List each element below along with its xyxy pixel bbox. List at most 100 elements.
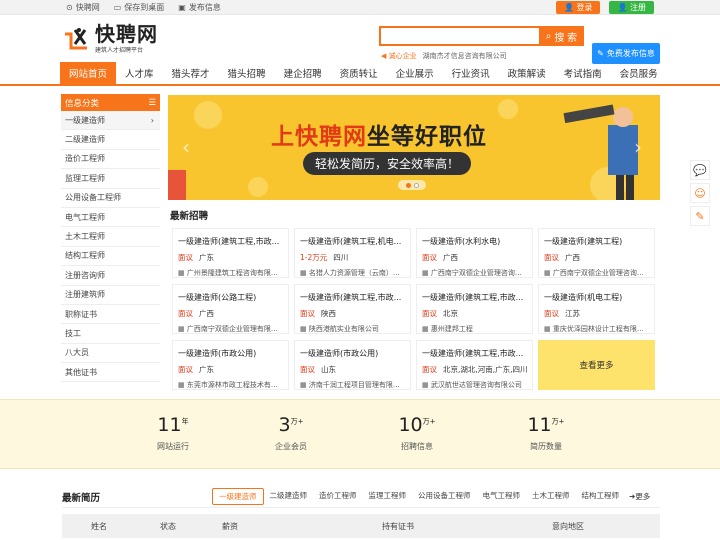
monitor-icon: ▭ — [113, 2, 122, 12]
resume-tab[interactable]: 电气工程师 — [477, 488, 527, 505]
job-company[interactable]: 惠州建邦工程 — [431, 325, 473, 333]
resume-more-link[interactable]: ➜更多 — [627, 489, 652, 504]
nav-item[interactable]: 人才库 — [116, 62, 163, 84]
save-desktop-link[interactable]: ▭ 保存到桌面 — [114, 2, 165, 13]
sidebar-item[interactable]: 职称证书 — [61, 305, 160, 325]
job-card[interactable]: 一级建造师(建筑工程,市政... 面议 北京 ▦ 惠州建邦工程 — [416, 284, 533, 334]
nav-item[interactable]: 企业展示 — [387, 62, 443, 84]
nav-item[interactable]: 猎头招聘 — [219, 62, 275, 84]
nav-item[interactable]: 行业资讯 — [443, 62, 499, 84]
sidebar-item[interactable]: 土木工程师 — [61, 227, 160, 247]
sidebar-item[interactable]: 注册建筑师 — [61, 286, 160, 305]
job-title[interactable]: 一级建造师(建筑工程,市政... — [178, 236, 283, 247]
job-salary: 面议 — [422, 365, 437, 374]
notice-text[interactable]: 湖南杰才信息咨询有限公司 — [423, 51, 507, 61]
job-company[interactable]: 广西南宁双德企业管理有限公司 — [187, 325, 283, 333]
job-title[interactable]: 一级建造师(建筑工程,市政... — [300, 292, 405, 303]
nav-item[interactable]: 考试指南 — [555, 62, 611, 84]
banner-next-arrow-icon[interactable]: › — [634, 135, 642, 159]
sidebar-item[interactable]: 技工 — [61, 324, 160, 344]
search-input[interactable] — [379, 26, 539, 46]
megaphone-icon: ◀ — [381, 52, 387, 60]
job-company[interactable]: 广西南宁双德企业管理咨询有... — [553, 269, 649, 277]
publish-info-link[interactable]: ▣ 发布信息 — [178, 2, 221, 13]
sidebar-item[interactable]: 一级建造师 › — [61, 111, 160, 131]
job-card[interactable]: 一级建造师(建筑工程,市政... 面议北京,湖北,河南,广东,四川,... ▦ 武汉… — [416, 340, 533, 390]
login-label: 登录 — [576, 2, 593, 12]
job-company[interactable]: 东莞市源林市政工程技术有限... — [187, 381, 283, 389]
home-link[interactable]: ⊙ 快聘网 — [66, 2, 100, 13]
sidebar-item[interactable]: 公用设备工程师 — [61, 189, 160, 208]
nav-item[interactable]: 建企招聘 — [275, 62, 331, 84]
job-title[interactable]: 一级建造师(机电工程) — [544, 292, 649, 303]
job-company[interactable]: 重庆优泽园林设计工程有限公司 — [553, 325, 649, 333]
stat-number: 3万+ — [251, 414, 331, 436]
nav-item[interactable]: 会员服务 — [611, 62, 667, 84]
company-icon: ▦ — [422, 325, 429, 333]
register-button[interactable]: 👤 注册 — [609, 0, 654, 14]
resume-tab[interactable]: 土木工程师 — [526, 488, 576, 505]
sidebar-item[interactable]: 造价工程师 — [61, 150, 160, 170]
sidebar-item[interactable]: 其他证书 — [61, 363, 160, 383]
job-title[interactable]: 一级建造师(建筑工程,市政... — [422, 292, 527, 303]
edit-float-button[interactable]: ✎ — [690, 206, 710, 226]
job-title[interactable]: 一级建造师(水利水电) — [422, 236, 527, 247]
job-location: 广西 — [199, 309, 214, 318]
job-card[interactable]: 一级建造师(建筑工程) 面议 广西 ▦ 广西南宁双德企业管理咨询有... — [538, 228, 655, 278]
stat-number: 11年 — [133, 414, 213, 436]
stat-label: 网站运行 — [157, 442, 189, 451]
resume-tab[interactable]: 二级建造师 — [264, 488, 314, 505]
job-salary: 1-2万元 — [300, 253, 328, 262]
sidebar-item[interactable]: 二级建造师 — [61, 130, 160, 150]
sidebar-item[interactable]: 电气工程师 — [61, 208, 160, 228]
job-title[interactable]: 一级建造师(建筑工程,机电... — [300, 236, 405, 247]
banner-dot[interactable] — [413, 182, 419, 188]
job-card[interactable]: 一级建造师(市政公用) 面议 山东 ▦ 济南千润工程项目管理有限公司 — [294, 340, 411, 390]
resume-tab[interactable]: 一级建造师 — [212, 488, 264, 505]
nav-item[interactable]: 资质转让 — [331, 62, 387, 84]
chat-float-button[interactable]: 💬 — [690, 160, 710, 180]
job-title[interactable]: 一级建造师(建筑工程,市政... — [422, 348, 527, 359]
site-logo[interactable]: 快聘网 建筑人才招聘平台 — [63, 20, 163, 58]
banner-prev-arrow-icon[interactable]: ‹ — [182, 135, 190, 159]
sidebar-item[interactable]: 八大员 — [61, 344, 160, 364]
hero-banner[interactable]: ‹ › 上快聘网坐等好职位 轻松发简历，安全效率高！ — [168, 95, 660, 200]
job-card[interactable]: 一级建造师(市政公用) 面议 广东 ▦ 东莞市源林市政工程技术有限... — [172, 340, 289, 390]
job-company[interactable]: 名猎人力资源管理（云南）有... — [309, 269, 405, 277]
job-title[interactable]: 一级建造师(建筑工程) — [544, 236, 649, 247]
job-card[interactable]: 一级建造师(建筑工程,市政... 面议 广东 ▦ 广州景隆建筑工程咨询有限公司 — [172, 228, 289, 278]
resume-tab[interactable]: 公用设备工程师 — [412, 488, 477, 505]
job-card[interactable]: 一级建造师(建筑工程,机电... 1-2万元 四川 ▦ 名猎人力资源管理（云南）有..… — [294, 228, 411, 278]
nav-item[interactable]: 猎头荐才 — [163, 62, 219, 84]
job-card[interactable]: 一级建造师(水利水电) 面议 广西 ▦ 广西南宁双德企业管理咨询有... — [416, 228, 533, 278]
free-publish-button[interactable]: ✎ 免费发布信息 — [592, 43, 660, 64]
resume-tab[interactable]: 监理工程师 — [363, 488, 413, 505]
job-company[interactable]: 武汉航世达管理咨询有限公司 — [431, 381, 522, 389]
job-card[interactable]: 一级建造师(机电工程) 面议 江苏 ▦ 重庆优泽园林设计工程有限公司 — [538, 284, 655, 334]
job-salary: 面议 — [300, 309, 315, 318]
search-button[interactable]: ⌕ 搜 索 — [539, 26, 584, 46]
job-company[interactable]: 广州景隆建筑工程咨询有限公司 — [187, 269, 283, 277]
service-float-button[interactable]: ☺ — [690, 183, 710, 203]
job-company[interactable]: 陕西港航实业有限公司 — [309, 325, 379, 333]
job-card[interactable]: 一级建造师(建筑工程,市政... 面议 陕西 ▦ 陕西港航实业有限公司 — [294, 284, 411, 334]
job-company[interactable]: 广西南宁双德企业管理咨询有... — [431, 269, 527, 277]
resume-tab[interactable]: 造价工程师 — [313, 488, 363, 505]
job-title[interactable]: 一级建造师(市政公用) — [178, 348, 283, 359]
job-card[interactable]: 一级建造师(公路工程) 面议 广西 ▦ 广西南宁双德企业管理有限公司 — [172, 284, 289, 334]
sidebar-item[interactable]: 结构工程师 — [61, 247, 160, 267]
login-button[interactable]: 👤 登录 — [555, 0, 601, 14]
nav-item[interactable]: 网站首页 — [60, 62, 117, 84]
job-company[interactable]: 济南千润工程项目管理有限公司 — [309, 381, 405, 389]
job-title[interactable]: 一级建造师(市政公用) — [300, 348, 405, 359]
banner-dot[interactable] — [405, 182, 411, 188]
nav-item[interactable]: 政策解读 — [499, 62, 555, 84]
resume-tab[interactable]: 结构工程师 — [576, 488, 626, 505]
sidebar-item[interactable]: 注册咨询师 — [61, 266, 160, 286]
sidebar-item[interactable]: 监理工程师 — [61, 169, 160, 189]
header: 快聘网 建筑人才招聘平台 ⌕ 搜 索 ◀ 诚心企业 湖南杰才信息咨询有限公司 ✎ 免… — [0, 15, 720, 64]
stat-unit: 万+ — [551, 417, 565, 426]
register-label: 注册 — [630, 2, 646, 12]
job-title[interactable]: 一级建造师(公路工程) — [178, 292, 283, 303]
view-more-button[interactable]: 查看更多 — [538, 340, 655, 390]
